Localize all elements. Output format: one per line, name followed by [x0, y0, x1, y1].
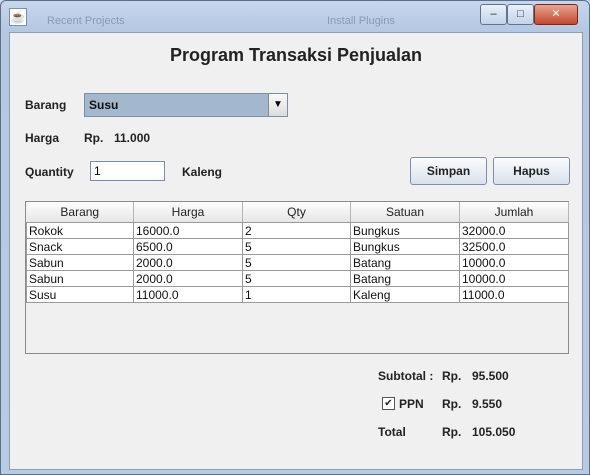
total-currency: Rp. [442, 425, 462, 439]
total-value: 105.050 [472, 425, 516, 439]
simpan-button[interactable]: Simpan [410, 157, 487, 185]
harga-currency: Rp. [84, 131, 104, 145]
table-cell: Batang [350, 254, 460, 271]
table-cell: 5 [242, 270, 351, 287]
table-row[interactable]: Snack 6500.0 5 Bungkus 32500.0 [26, 238, 569, 255]
chevron-down-icon[interactable]: ▼ [268, 94, 287, 116]
table-row[interactable]: Sabun 2000.0 5 Batang 10000.0 [26, 270, 569, 287]
table-cell: Bungkus [350, 222, 460, 239]
table-header-row: Barang Harga Qty Satuan Jumlah [26, 202, 569, 223]
quantity-label: Quantity [25, 165, 74, 179]
subtotal-value: 95.500 [472, 369, 509, 383]
table-cell: Sabun [26, 254, 134, 271]
ghost-title-left: Recent Projects [47, 15, 125, 27]
app-window: ☕ Recent Projects Install Plugins – □ ✕ … [0, 0, 590, 475]
harga-label: Harga [25, 131, 60, 145]
transaction-table[interactable]: Barang Harga Qty Satuan Jumlah Rokok 160… [25, 201, 569, 354]
table-cell: Sabun [26, 270, 134, 287]
quantity-input[interactable]: 1 [90, 161, 165, 181]
column-header[interactable]: Qty [242, 202, 351, 223]
table-cell: Susu [26, 286, 134, 303]
table-row[interactable]: Susu 11000.0 1 Kaleng 11000.0 [26, 286, 569, 303]
barang-label: Barang [25, 98, 67, 112]
maximize-button[interactable]: □ [507, 4, 534, 25]
table-cell: 11000.0 [459, 286, 569, 303]
table-cell: 32500.0 [459, 238, 569, 255]
table-cell: 2000.0 [133, 270, 243, 287]
harga-value: 11.000 [114, 131, 151, 145]
barang-selected-value: Susu [89, 98, 119, 112]
satuan-value: Kaleng [182, 165, 223, 179]
table-cell: 1 [242, 286, 351, 303]
table-cell: 2 [242, 222, 351, 239]
table-cell: 5 [242, 238, 351, 255]
subtotal-label: Subtotal : [378, 369, 434, 383]
close-button[interactable]: ✕ [534, 4, 578, 25]
column-header[interactable]: Barang [26, 202, 134, 223]
hapus-button[interactable]: Hapus [493, 157, 570, 185]
ppn-currency: Rp. [442, 397, 462, 411]
table-row[interactable]: Rokok 16000.0 2 Bungkus 32000.0 [26, 222, 569, 239]
table-cell: 10000.0 [459, 254, 569, 271]
table-cell: 10000.0 [459, 270, 569, 287]
page-title: Program Transaksi Penjualan [169, 45, 423, 65]
table-cell: 6500.0 [133, 238, 243, 255]
minimize-button[interactable]: – [480, 4, 507, 25]
barang-combobox[interactable]: Susu ▼ [84, 93, 288, 117]
table-cell: 11000.0 [133, 286, 243, 303]
ppn-label[interactable]: PPN [399, 397, 424, 411]
ghost-title-right: Install Plugins [327, 15, 395, 27]
table-cell: Batang [350, 270, 460, 287]
ppn-value: 9.550 [472, 397, 503, 411]
table-cell: 5 [242, 254, 351, 271]
table-row[interactable]: Sabun 2000.0 5 Batang 10000.0 [26, 254, 569, 271]
form-panel: Program Transaksi Penjualan Barang Susu … [9, 32, 583, 470]
total-label: Total [378, 425, 406, 439]
table-cell: Rokok [26, 222, 134, 239]
subtotal-currency: Rp. [442, 369, 462, 383]
table-cell: 32000.0 [459, 222, 569, 239]
table-cell: 16000.0 [133, 222, 243, 239]
column-header[interactable]: Harga [133, 202, 243, 223]
column-header[interactable]: Satuan [350, 202, 460, 223]
java-icon: ☕ [9, 8, 27, 26]
table-cell: Kaleng [350, 286, 460, 303]
ppn-checkbox[interactable]: ✔ [382, 397, 395, 410]
column-header[interactable]: Jumlah [459, 202, 569, 223]
title-bar[interactable]: ☕ Recent Projects Install Plugins – □ ✕ [1, 1, 589, 31]
table-cell: 2000.0 [133, 254, 243, 271]
table-cell: Snack [26, 238, 134, 255]
table-cell: Bungkus [350, 238, 460, 255]
